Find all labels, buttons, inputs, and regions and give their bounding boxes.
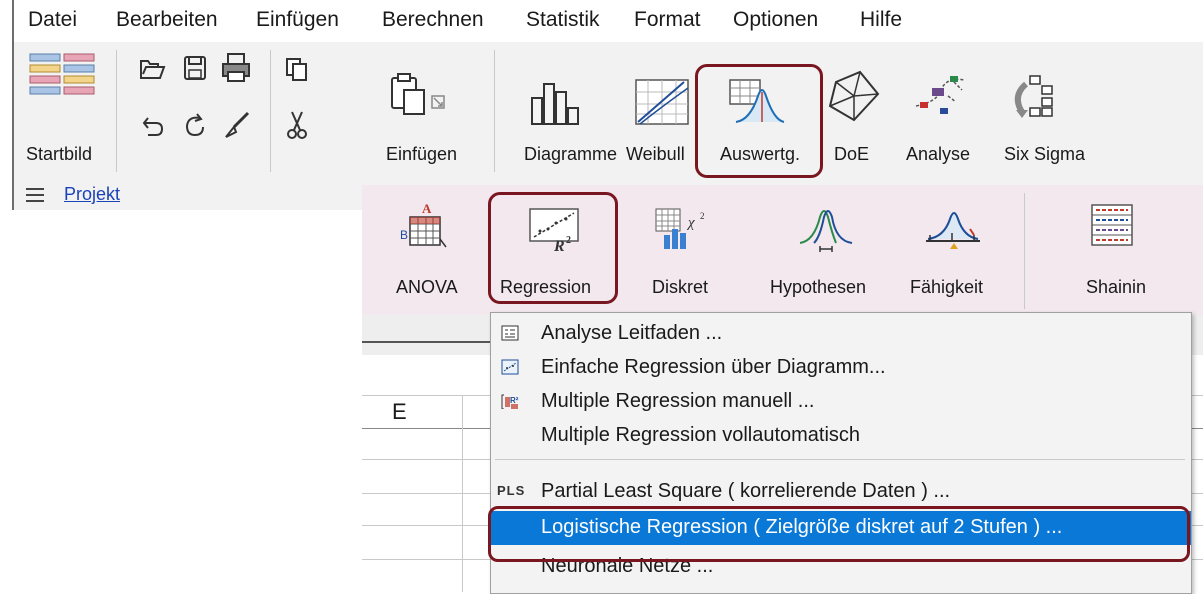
cut-icon[interactable] xyxy=(284,110,310,140)
menu-bar: Datei Bearbeiten Einfügen Berechnen Stat… xyxy=(12,0,1203,42)
diagramme-icon[interactable] xyxy=(528,82,588,126)
column-header-e[interactable]: E xyxy=(392,399,407,425)
main-window: Datei Bearbeiten Einfügen Berechnen Stat… xyxy=(0,0,1203,210)
hamburger-icon[interactable] xyxy=(24,186,46,204)
menu-item-label: Multiple Regression manuell ... xyxy=(541,390,815,412)
menu-separator xyxy=(495,459,1185,460)
auswertung-highlight-box xyxy=(695,64,823,178)
projekt-link[interactable]: Projekt xyxy=(64,184,120,205)
doe-icon[interactable] xyxy=(824,68,884,128)
diskret-label: Diskret xyxy=(652,277,709,297)
save-icon[interactable] xyxy=(182,54,208,82)
menu-item-label: Multiple Regression vollautomatisch xyxy=(541,424,861,446)
ribbon-separator xyxy=(1024,193,1025,309)
startbild-button[interactable] xyxy=(28,50,98,102)
regression-highlight-box xyxy=(488,192,618,304)
menu-item-analyse-leitfaden[interactable]: Analyse Leitfaden ... xyxy=(491,317,1191,351)
menu-bearbeiten[interactable]: Bearbeiten xyxy=(116,8,218,32)
startbild-icon xyxy=(29,53,95,95)
svg-text:2: 2 xyxy=(700,211,705,221)
menu-einfuegen[interactable]: Einfügen xyxy=(256,8,339,32)
weibull-label: Weibull xyxy=(626,144,685,164)
einfuegen-label: Einfügen xyxy=(386,144,458,164)
toolbar-separator xyxy=(270,50,271,172)
svg-text:χ: χ xyxy=(686,215,695,231)
svg-text:R²: R² xyxy=(510,396,519,405)
shainin-label: Shainin xyxy=(1086,277,1147,297)
menu-item-label: Analyse Leitfaden ... xyxy=(541,322,723,344)
grid-line xyxy=(462,395,463,592)
six-sigma-icon[interactable] xyxy=(1008,72,1068,128)
guide-icon xyxy=(501,325,519,341)
faehigkeit-label: Fähigkeit xyxy=(910,277,984,297)
faehigkeit-icon[interactable] xyxy=(922,205,982,253)
menu-hilfe[interactable]: Hilfe xyxy=(860,8,902,32)
anova-label: ANOVA xyxy=(396,277,458,297)
menu-item-einfache-regression[interactable]: Einfache Regression über Diagramm... xyxy=(491,351,1191,385)
print-icon[interactable] xyxy=(220,52,252,84)
menu-format[interactable]: Format xyxy=(634,8,701,32)
r2-icon: R² xyxy=(501,394,519,409)
grid-divider xyxy=(362,341,492,343)
svg-text:B: B xyxy=(400,228,408,242)
menu-item-label: Einfache Regression über Diagramm... xyxy=(541,356,886,378)
menu-berechnen[interactable]: Berechnen xyxy=(382,8,484,32)
analyse-icon[interactable] xyxy=(910,72,970,124)
toolbar-separator xyxy=(494,50,495,172)
menu-statistik[interactable]: Statistik xyxy=(526,8,600,32)
doe-label: DoE xyxy=(834,144,870,164)
copy-icon[interactable] xyxy=(284,56,310,82)
menu-item-multiple-regression-manuell[interactable]: R² Multiple Regression manuell ... xyxy=(491,385,1191,419)
menu-item-multiple-regression-vollautomatisch[interactable]: Multiple Regression vollautomatisch xyxy=(491,419,1191,453)
menu-item-label: Partial Least Square ( korrelierende Dat… xyxy=(541,480,951,502)
diagramme-label: Diagramme xyxy=(524,144,618,164)
shainin-icon[interactable] xyxy=(1088,201,1138,253)
menu-optionen[interactable]: Optionen xyxy=(733,8,818,32)
six-sigma-label: Six Sigma xyxy=(1004,144,1086,164)
paste-icon[interactable] xyxy=(388,72,448,124)
menu-datei[interactable]: Datei xyxy=(28,8,77,32)
anova-icon[interactable]: A B xyxy=(398,199,450,251)
diskret-icon[interactable]: χ 2 xyxy=(652,205,710,253)
hypothesen-icon[interactable] xyxy=(796,203,856,253)
scatter-icon xyxy=(501,359,519,375)
startbild-label: Startbild xyxy=(26,144,93,164)
analyse-label: Analyse xyxy=(906,144,971,164)
toolbar-separator xyxy=(116,50,117,172)
svg-text:A: A xyxy=(422,201,432,216)
logistische-highlight-box xyxy=(488,506,1190,562)
undo-icon[interactable] xyxy=(140,112,166,138)
pls-icon: PLS xyxy=(497,483,526,498)
weibull-icon[interactable] xyxy=(634,78,690,126)
redo-icon[interactable] xyxy=(182,112,208,138)
brush-icon[interactable] xyxy=(222,110,252,140)
open-folder-icon[interactable] xyxy=(138,56,166,82)
hypothesen-label: Hypothesen xyxy=(770,277,867,297)
menu-item-partial-least-square[interactable]: PLS Partial Least Square ( korrelierende… xyxy=(491,475,1191,509)
